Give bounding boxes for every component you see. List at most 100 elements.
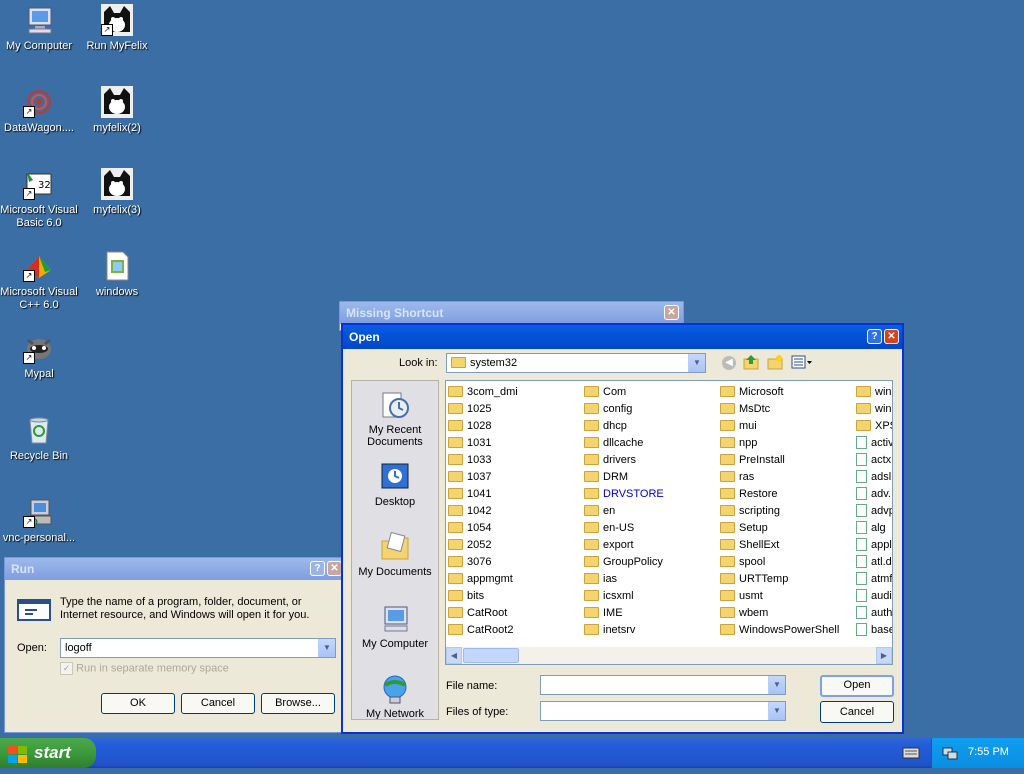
file-list-item[interactable]: ras — [720, 469, 754, 485]
file-list-item[interactable]: 2052 — [448, 537, 491, 553]
file-list-item[interactable]: 1042 — [448, 503, 491, 519]
file-list-item[interactable]: winr — [856, 384, 892, 400]
file-list-item[interactable]: appmgmt — [448, 571, 513, 587]
file-list-item[interactable]: usmt — [720, 588, 763, 604]
place-my-computer[interactable]: My Computer — [352, 603, 438, 650]
file-list-item[interactable]: config — [584, 401, 632, 417]
file-list-item[interactable]: Microsoft — [720, 384, 784, 400]
ok-button[interactable]: OK — [101, 693, 175, 714]
scroll-left-icon[interactable]: ◀ — [446, 647, 462, 664]
file-name-combobox[interactable]: ▼ — [540, 675, 786, 695]
place-my-documents[interactable]: My Documents — [352, 531, 438, 578]
place-desktop[interactable]: Desktop — [352, 461, 438, 508]
desktop-icon-windows[interactable]: windows — [78, 250, 156, 299]
desktop-icon-visual-basic[interactable]: 32 ↗ Microsoft Visual Basic 6.0 — [0, 168, 78, 230]
views-menu-icon[interactable] — [791, 354, 813, 373]
desktop-icon-run-myfelix[interactable]: ↗ Run MyFelix — [78, 4, 156, 53]
file-list-item[interactable]: activ — [856, 435, 892, 451]
help-button[interactable]: ? — [867, 329, 882, 344]
file-list-item[interactable]: inetsrv — [584, 622, 635, 638]
file-list-item[interactable]: actx — [856, 452, 891, 468]
file-list-item[interactable]: adsl — [856, 469, 891, 485]
open-dialog[interactable]: Open ? ✕ Look in: system32 ▼ ◀ My Recent… — [341, 323, 904, 734]
file-list-item[interactable]: npp — [720, 435, 757, 451]
close-button[interactable]: ✕ — [327, 561, 342, 576]
file-list-item[interactable]: 1033 — [448, 452, 491, 468]
open-titlebar[interactable]: Open ? ✕ — [343, 325, 902, 349]
back-icon[interactable]: ◀ — [722, 356, 736, 370]
file-list-item[interactable]: XPS — [856, 418, 892, 434]
run-titlebar[interactable]: Run ? ✕ — [5, 558, 345, 580]
start-button[interactable]: start — [0, 738, 96, 768]
file-list-item[interactable]: wins — [856, 401, 892, 417]
file-list-item[interactable]: auth — [856, 605, 892, 621]
file-list-item[interactable]: icsxml — [584, 588, 634, 604]
file-list-item[interactable]: audi — [856, 588, 892, 604]
file-list-item[interactable]: wbem — [720, 605, 768, 621]
new-folder-icon[interactable] — [767, 354, 783, 373]
file-list-item[interactable]: mui — [720, 418, 757, 434]
chevron-down-icon[interactable]: ▼ — [768, 702, 785, 720]
file-list-item[interactable]: ShellExt — [720, 537, 779, 553]
file-list-item[interactable]: bits — [448, 588, 484, 604]
file-list-item[interactable]: 1037 — [448, 469, 491, 485]
file-list-item[interactable]: DRM — [584, 469, 628, 485]
file-list-item[interactable]: Setup — [720, 520, 768, 536]
file-list-item[interactable]: DRVSTORE — [584, 486, 664, 502]
up-folder-icon[interactable] — [743, 354, 759, 373]
file-list-item[interactable]: 1054 — [448, 520, 491, 536]
open-combobox[interactable]: logoff ▼ — [60, 638, 336, 658]
file-list-item[interactable]: export — [584, 537, 634, 553]
file-list-item[interactable]: dllcache — [584, 435, 643, 451]
file-list-item[interactable]: en-US — [584, 520, 634, 536]
scroll-thumb[interactable] — [463, 648, 519, 663]
clock[interactable]: 7:55 PM — [968, 746, 1009, 758]
chevron-down-icon[interactable]: ▼ — [318, 639, 335, 657]
desktop-icon-myfelix-2[interactable]: myfelix(2) — [78, 86, 156, 135]
desktop-icon-mypal[interactable]: ↗ Mypal — [0, 332, 78, 381]
file-list-item[interactable]: Com — [584, 384, 626, 400]
file-list-item[interactable]: Restore — [720, 486, 778, 502]
horizontal-scrollbar[interactable]: ◀ ▶ — [446, 647, 892, 664]
file-list-item[interactable]: IME — [584, 605, 623, 621]
close-button[interactable]: ✕ — [884, 329, 899, 344]
file-list-item[interactable]: CatRoot2 — [448, 622, 513, 638]
files-of-type-combobox[interactable]: ▼ — [540, 701, 786, 721]
file-list-item[interactable]: MsDtc — [720, 401, 770, 417]
file-list-item[interactable]: 3com_dmi — [448, 384, 518, 400]
place-my-recent-documents[interactable]: My Recent Documents — [352, 389, 438, 448]
chevron-down-icon[interactable]: ▼ — [688, 354, 705, 372]
file-list-item[interactable]: 1025 — [448, 401, 491, 417]
desktop-icon-visual-cpp[interactable]: ↗ Microsoft Visual C++ 6.0 — [0, 250, 78, 312]
file-list-item[interactable]: ias — [584, 571, 617, 587]
help-button[interactable]: ? — [310, 561, 325, 576]
file-list-item[interactable]: GroupPolicy — [584, 554, 663, 570]
desktop-icon-my-computer[interactable]: My Computer — [0, 4, 78, 53]
cancel-button[interactable]: Cancel — [820, 701, 894, 723]
file-list-item[interactable]: drivers — [584, 452, 636, 468]
keyboard-icon[interactable] — [902, 746, 920, 763]
desktop-icon-recycle-bin[interactable]: Recycle Bin — [0, 414, 78, 463]
chevron-down-icon[interactable]: ▼ — [768, 676, 785, 694]
file-list-item[interactable]: atmf — [856, 571, 892, 587]
file-list[interactable]: 3com_dmi 1025 1028 1031 1033 1037 1041 1042 1054… — [445, 380, 893, 665]
cancel-button[interactable]: Cancel — [181, 693, 255, 714]
file-list-item[interactable]: 1028 — [448, 418, 491, 434]
file-list-item[interactable]: advp — [856, 503, 892, 519]
file-list-item[interactable]: scripting — [720, 503, 780, 519]
look-in-combobox[interactable]: system32 ▼ — [446, 353, 706, 373]
file-list-item[interactable]: appl — [856, 537, 892, 553]
run-dialog[interactable]: Run ? ✕ Type the name of a program, fold… — [4, 557, 346, 733]
file-list-item[interactable]: CatRoot — [448, 605, 507, 621]
file-list-item[interactable]: adv. — [856, 486, 891, 502]
place-my-network[interactable]: My Network — [352, 673, 438, 719]
desktop-icon-datawagon[interactable]: ↗ DataWagon.... — [0, 86, 78, 135]
file-list-item[interactable]: dhcp — [584, 418, 627, 434]
file-list-item[interactable]: WindowsPowerShell — [720, 622, 839, 638]
network-icon[interactable] — [942, 745, 958, 764]
file-list-item[interactable]: URTTemp — [720, 571, 788, 587]
file-list-item[interactable]: atl.d — [856, 554, 892, 570]
file-list-item[interactable]: PreInstall — [720, 452, 785, 468]
file-list-item[interactable]: 3076 — [448, 554, 491, 570]
file-list-item[interactable]: base — [856, 622, 892, 638]
